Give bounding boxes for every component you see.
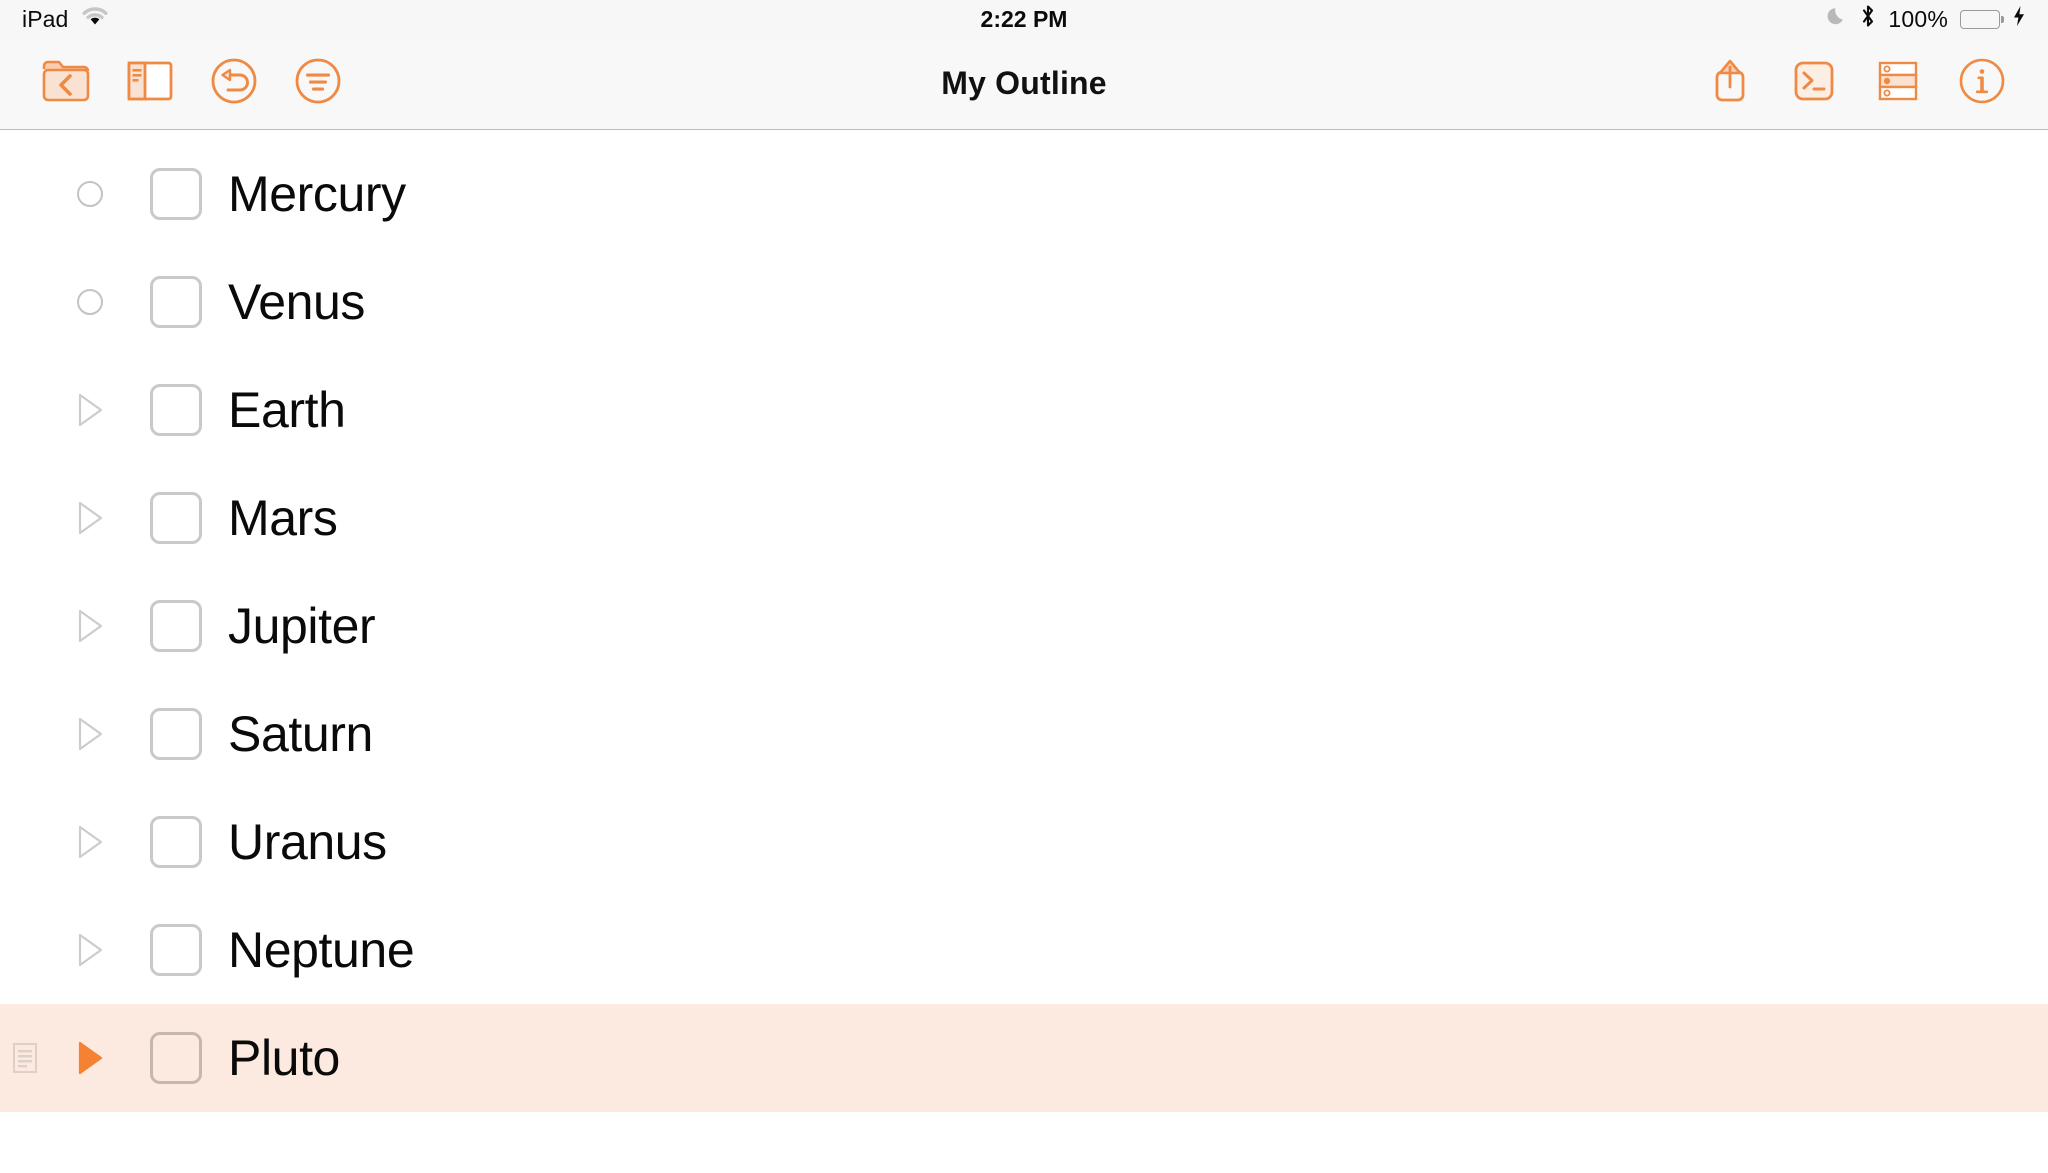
checkbox-box-icon (150, 384, 202, 436)
toolbar: My Outline (0, 38, 2048, 130)
outline-row[interactable]: Mars (0, 464, 2048, 572)
row-checkbox[interactable] (130, 168, 222, 220)
lightning-bolt-icon (2012, 5, 2026, 33)
row-label[interactable]: Venus (222, 277, 365, 327)
documents-back-button[interactable] (24, 49, 108, 119)
row-label[interactable]: Saturn (222, 709, 373, 759)
row-label[interactable]: Pluto (222, 1033, 340, 1083)
outline-row[interactable]: Saturn (0, 680, 2048, 788)
disclosure-triangle-icon[interactable] (50, 931, 130, 969)
leaf-dot (77, 181, 103, 207)
undo-circle-icon (209, 56, 259, 111)
moon-do-not-disturb-icon (1826, 5, 1848, 33)
row-label[interactable]: Uranus (222, 817, 387, 867)
outline-list: Mercury Venus Earth Mars Jupiter Saturn Uranus… (0, 130, 2048, 1173)
disclosure-triangle-icon[interactable] (50, 607, 130, 645)
share-button[interactable] (1688, 49, 1772, 119)
wifi-icon (82, 6, 108, 33)
undo-button[interactable] (192, 49, 276, 119)
outline-lines-circle-icon (293, 56, 343, 111)
carrier-label: iPad (22, 5, 69, 32)
outline-row[interactable]: Venus (0, 248, 2048, 356)
status-bar-right: 100% (1826, 4, 2026, 34)
outliner-app: iPad 2:22 PM 100% My Outline Mercury Ven… (0, 0, 2048, 1173)
outline-row[interactable]: Neptune (0, 896, 2048, 1004)
note-indicator-icon[interactable] (0, 1042, 50, 1074)
battery-icon (1960, 9, 2004, 29)
battery-percent-label: 100% (1888, 5, 1948, 32)
row-label[interactable]: Neptune (222, 925, 415, 975)
status-bar-clock: 2:22 PM (980, 5, 1068, 32)
share-up-arrow-icon (1706, 55, 1754, 112)
outline-row[interactable]: Jupiter (0, 572, 2048, 680)
row-label[interactable]: Earth (222, 385, 346, 435)
toolbar-right-group (1688, 49, 2024, 119)
terminal-prompt-icon (1791, 58, 1837, 109)
row-checkbox[interactable] (130, 276, 222, 328)
folder-back-icon (41, 59, 91, 108)
checkbox-box-icon (150, 924, 202, 976)
disclosure-triangle-icon[interactable] (50, 1039, 130, 1077)
status-bar: iPad 2:22 PM 100% (0, 0, 2048, 38)
outline-row[interactable]: Earth (0, 356, 2048, 464)
outline-row[interactable]: Mercury (0, 140, 2048, 248)
outline-style-button[interactable] (276, 49, 360, 119)
disclosure-triangle-icon[interactable] (50, 499, 130, 537)
outline-row[interactable]: Pluto (0, 1004, 2048, 1112)
console-button[interactable] (1772, 49, 1856, 119)
row-label[interactable]: Mercury (222, 169, 406, 219)
row-checkbox[interactable] (130, 924, 222, 976)
leaf-dot (77, 289, 103, 315)
info-button[interactable] (1940, 49, 2024, 119)
toolbar-left-group (24, 49, 360, 119)
row-select-button[interactable] (1856, 49, 1940, 119)
sidebar-toggle-button[interactable] (108, 49, 192, 119)
leaf-circle-icon[interactable] (50, 181, 130, 207)
checkbox-box-icon (150, 276, 202, 328)
checkbox-box-icon (150, 816, 202, 868)
row-selection-icon (1876, 58, 1920, 109)
sidebar-icon (125, 59, 175, 108)
checkbox-box-icon (150, 600, 202, 652)
row-checkbox[interactable] (130, 816, 222, 868)
disclosure-triangle-icon[interactable] (50, 715, 130, 753)
disclosure-triangle-icon[interactable] (50, 823, 130, 861)
checkbox-box-icon (150, 168, 202, 220)
row-checkbox[interactable] (130, 600, 222, 652)
row-checkbox[interactable] (130, 1032, 222, 1084)
row-checkbox[interactable] (130, 708, 222, 760)
checkbox-box-icon (150, 708, 202, 760)
status-bar-left: iPad (22, 6, 108, 33)
outline-row[interactable]: Uranus (0, 788, 2048, 896)
bluetooth-icon (1860, 4, 1876, 34)
checkbox-box-icon (150, 492, 202, 544)
checkbox-box-icon (150, 1032, 202, 1084)
row-label[interactable]: Mars (222, 493, 338, 543)
row-label[interactable]: Jupiter (222, 601, 376, 651)
row-checkbox[interactable] (130, 492, 222, 544)
disclosure-triangle-icon[interactable] (50, 391, 130, 429)
info-circle-icon (1957, 56, 2007, 111)
row-checkbox[interactable] (130, 384, 222, 436)
leaf-circle-icon[interactable] (50, 289, 130, 315)
